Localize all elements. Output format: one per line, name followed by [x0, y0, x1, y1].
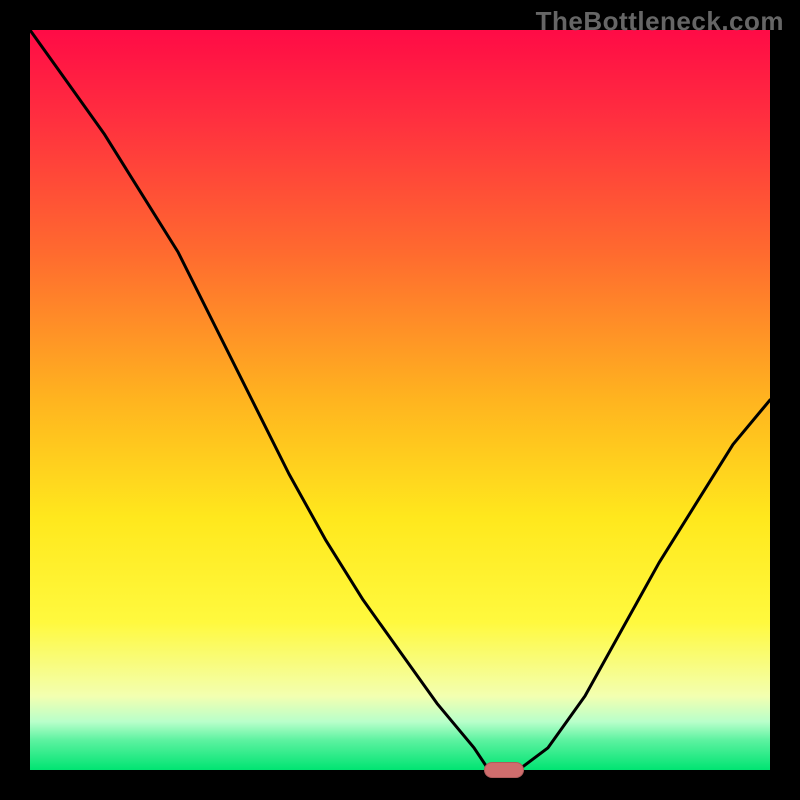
chart-svg [30, 30, 770, 770]
gradient-rect [30, 30, 770, 770]
plot-area [30, 30, 770, 770]
optimal-marker [484, 762, 524, 778]
watermark-text: TheBottleneck.com [536, 6, 784, 37]
chart-frame: TheBottleneck.com [0, 0, 800, 800]
